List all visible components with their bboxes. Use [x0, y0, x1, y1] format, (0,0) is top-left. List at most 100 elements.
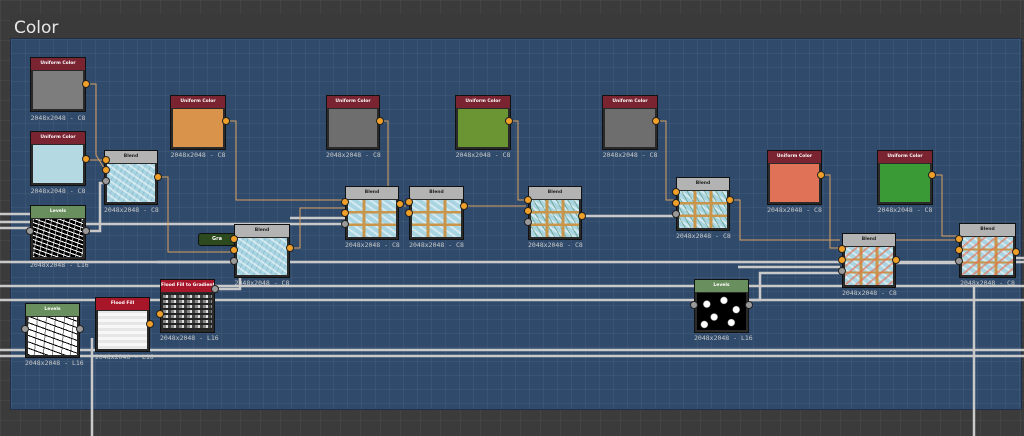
output-port[interactable] — [154, 173, 162, 181]
node-header: Flood Fill — [96, 298, 149, 310]
input-port[interactable] — [955, 246, 963, 254]
input-port[interactable] — [230, 235, 238, 243]
output-port[interactable] — [460, 202, 468, 210]
blend-node-4[interactable]: Blend — [409, 186, 464, 240]
output-port[interactable] — [82, 155, 90, 163]
node-header: Blend — [843, 234, 895, 246]
input-port[interactable] — [838, 245, 846, 253]
node-resolution-label: 2048x2048 - L16 — [95, 353, 154, 361]
node-resolution-label: 2048x2048 - C8 — [602, 151, 658, 159]
node-thumbnail — [173, 109, 223, 147]
input-port[interactable] — [524, 196, 532, 204]
node-resolution-label: 2048x2048 - C8 — [455, 151, 511, 159]
node-resolution-label: 2048x2048 - C8 — [326, 151, 381, 159]
input-port[interactable] — [341, 220, 349, 228]
uniform-color-node-olive-green[interactable]: Uniform Color — [455, 95, 511, 150]
blend-node-8[interactable]: Blend — [959, 223, 1016, 278]
node-thumbnail — [348, 200, 396, 237]
node-thumbnail — [33, 219, 83, 257]
node-header: Blend — [529, 187, 581, 199]
node-header: Blend — [346, 187, 398, 199]
input-port[interactable] — [230, 257, 238, 265]
input-port[interactable] — [405, 198, 413, 206]
levels-node-spots[interactable]: Levels — [694, 279, 749, 333]
input-port[interactable] — [230, 246, 238, 254]
node-thumbnail — [880, 164, 930, 202]
flood-fill-node[interactable]: Flood Fill — [95, 297, 150, 352]
output-port[interactable] — [146, 320, 154, 328]
node-thumbnail — [28, 317, 77, 355]
input-port[interactable] — [690, 301, 698, 309]
input-port[interactable] — [672, 188, 680, 196]
input-port[interactable] — [524, 218, 532, 226]
blend-node-3[interactable]: Blend — [345, 186, 399, 240]
output-port[interactable] — [222, 117, 230, 125]
flood-fill-to-gradient-node[interactable]: Flood Fill to Gradient — [160, 279, 215, 333]
output-port[interactable] — [817, 171, 825, 179]
node-header: Flood Fill to Gradient — [161, 280, 214, 292]
node-thumbnail — [163, 293, 212, 330]
output-port[interactable] — [82, 80, 90, 88]
output-port[interactable] — [211, 285, 219, 293]
node-thumbnail — [770, 164, 819, 202]
input-port[interactable] — [26, 227, 34, 235]
input-port[interactable] — [21, 325, 29, 333]
node-header: Uniform Color — [327, 96, 379, 108]
input-port[interactable] — [672, 199, 680, 207]
output-port[interactable] — [726, 196, 734, 204]
node-header: Uniform Color — [31, 132, 85, 144]
input-port[interactable] — [955, 257, 963, 265]
input-port[interactable] — [102, 166, 110, 174]
uniform-color-node-green[interactable]: Uniform Color — [877, 150, 933, 205]
output-port[interactable] — [578, 212, 586, 220]
node-thumbnail — [329, 109, 377, 147]
output-port[interactable] — [505, 117, 513, 125]
input-port[interactable] — [156, 310, 164, 318]
output-port[interactable] — [652, 117, 660, 125]
node-thumbnail — [697, 293, 746, 330]
input-port[interactable] — [341, 209, 349, 217]
uniform-color-node-light-blue[interactable]: Uniform Color — [30, 131, 86, 186]
input-port[interactable] — [838, 256, 846, 264]
input-port[interactable] — [102, 156, 110, 164]
node-resolution-label: 2048x2048 - C8 — [345, 241, 400, 249]
input-port[interactable] — [955, 235, 963, 243]
uniform-color-node-tan[interactable]: Uniform Color — [170, 95, 226, 150]
uniform-color-node-dark-gray-2[interactable]: Uniform Color — [602, 95, 658, 150]
node-header: Blend — [105, 151, 157, 163]
node-resolution-label: 2048x2048 - C8 — [170, 151, 226, 159]
output-port[interactable] — [745, 301, 753, 309]
uniform-color-node-dark-gray[interactable]: Uniform Color — [326, 95, 380, 150]
node-resolution-label: 2048x2048 - C8 — [30, 114, 86, 122]
blend-node-2[interactable]: Blend — [234, 224, 290, 278]
input-port[interactable] — [672, 210, 680, 218]
node-resolution-label: 2048x2048 - L16 — [694, 334, 753, 342]
output-port[interactable] — [396, 200, 404, 208]
uniform-color-node-gray[interactable]: Uniform Color — [30, 57, 86, 112]
blend-node-6[interactable]: Blend — [676, 177, 730, 231]
blend-node-1[interactable]: Blend — [104, 150, 158, 205]
output-port[interactable] — [286, 244, 294, 252]
input-port[interactable] — [524, 207, 532, 215]
node-header: Levels — [31, 206, 85, 218]
node-resolution-label: 2048x2048 - C8 — [676, 232, 731, 240]
output-port[interactable] — [82, 227, 90, 235]
node-thumbnail — [458, 109, 508, 147]
node-resolution-label: 2048x2048 - C8 — [234, 279, 290, 287]
output-port[interactable] — [376, 117, 384, 125]
uniform-color-node-salmon[interactable]: Uniform Color — [767, 150, 822, 205]
output-port[interactable] — [928, 171, 936, 179]
node-thumbnail — [531, 200, 579, 237]
output-port[interactable] — [76, 325, 84, 333]
output-port[interactable] — [892, 256, 900, 264]
levels-node-dark[interactable]: Levels — [30, 205, 86, 260]
blend-node-7[interactable]: Blend — [842, 233, 896, 288]
input-port[interactable] — [405, 209, 413, 217]
blend-node-5[interactable]: Blend — [528, 186, 582, 240]
output-port[interactable] — [1012, 248, 1020, 256]
input-port[interactable] — [838, 267, 846, 275]
input-port[interactable] — [102, 177, 110, 185]
node-header: Uniform Color — [603, 96, 657, 108]
levels-node-white[interactable]: Levels — [25, 303, 80, 358]
input-port[interactable] — [341, 198, 349, 206]
